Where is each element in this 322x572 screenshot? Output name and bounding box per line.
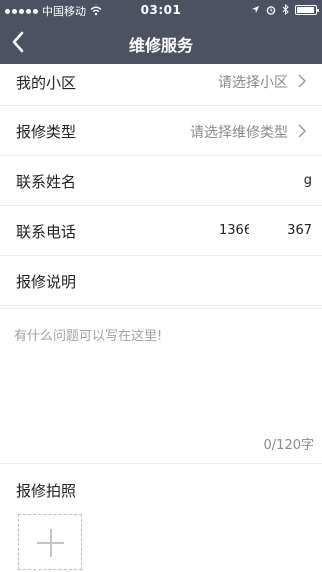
- repair-type-value: 请选择维修类型: [190, 125, 288, 141]
- description-textarea[interactable]: 有什么问题可以写在这里! 0/120字: [0, 308, 322, 464]
- description-label: 报修说明: [16, 273, 77, 291]
- repair-type-label: 报修类型: [16, 123, 77, 141]
- page-title: 维修服务: [128, 36, 193, 55]
- top-bar: 中国移动 03:01 维修服务: [0, 0, 322, 64]
- description-row: 报修说明: [0, 256, 322, 306]
- community-value: 请选择小区: [218, 75, 288, 91]
- status-right: [251, 4, 319, 15]
- add-photo-button[interactable]: [18, 514, 82, 570]
- contact-name-label: 联系姓名: [16, 173, 77, 191]
- description-placeholder: 有什么问题可以写在这里!: [14, 329, 163, 344]
- chevron-right-icon: [298, 74, 307, 88]
- contact-phone-label: 联系电话: [16, 223, 77, 241]
- community-label: 我的小区: [16, 74, 77, 92]
- location-icon: [251, 5, 260, 14]
- chevron-right-icon: [298, 124, 307, 138]
- alarm-icon: [266, 5, 276, 15]
- contact-name-row[interactable]: 联系姓名 g: [0, 156, 322, 206]
- status-bar: 中国移动 03:01: [0, 0, 322, 20]
- contact-phone-value-part1[interactable]: 1366: [219, 223, 249, 238]
- contact-phone-row[interactable]: 联系电话 1366 367: [0, 206, 322, 256]
- photos-label: 报修拍照: [16, 482, 77, 500]
- repair-type-row[interactable]: 报修类型 请选择维修类型: [0, 106, 322, 156]
- battery-level: [297, 6, 314, 13]
- contact-name-value[interactable]: g: [304, 173, 312, 188]
- description-counter: 0/120字: [263, 438, 314, 453]
- contact-phone-value-part2[interactable]: 367: [287, 223, 312, 238]
- battery-icon: [295, 4, 319, 15]
- repair-form: 我的小区 请选择小区 报修类型 请选择维修类型 联系姓名 g 联系电话 1366…: [0, 56, 322, 306]
- community-row[interactable]: 我的小区 请选择小区: [0, 56, 322, 106]
- bluetooth-icon: [282, 4, 289, 15]
